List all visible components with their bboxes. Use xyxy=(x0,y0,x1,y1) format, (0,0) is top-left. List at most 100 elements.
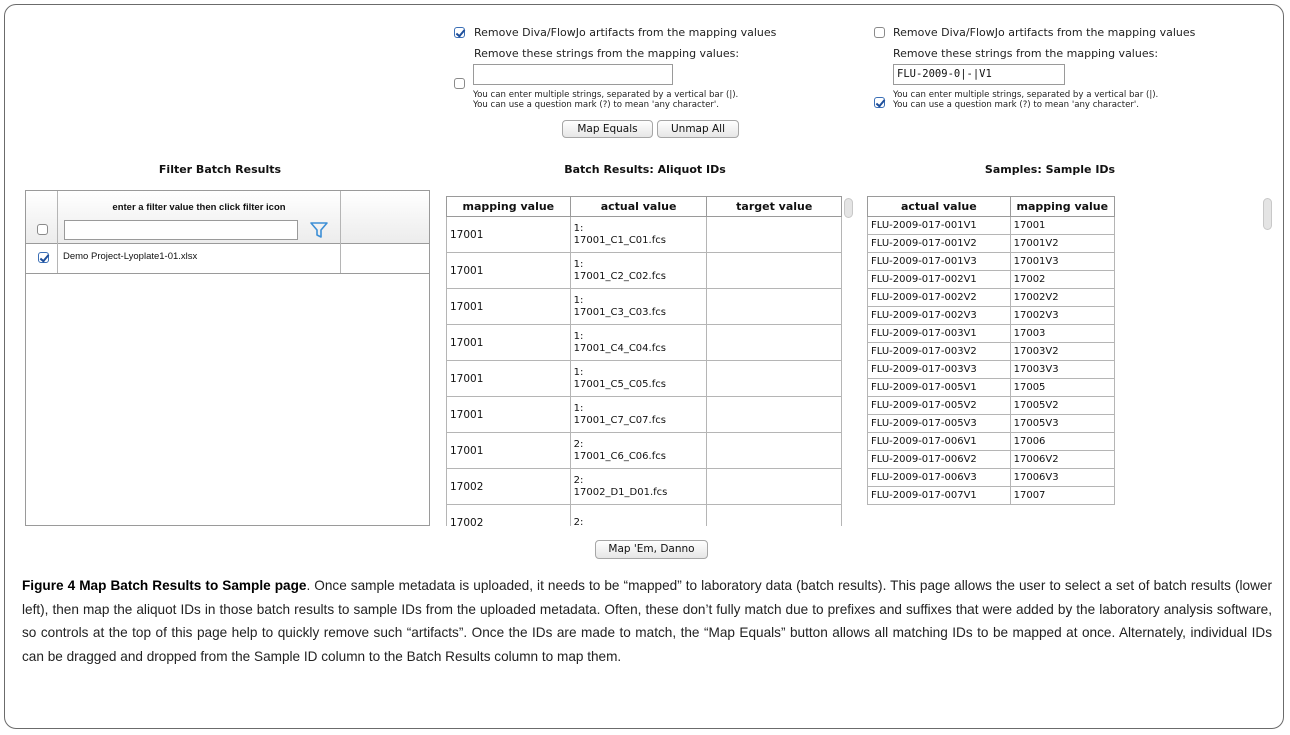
table-row[interactable]: FLU-2009-017-006V2 17006V2 xyxy=(867,450,1116,469)
sample-actual-cell[interactable]: FLU-2009-017-003V2 xyxy=(867,342,1011,361)
sample-actual-cell[interactable]: FLU-2009-017-001V1 xyxy=(867,216,1011,235)
table-row[interactable]: FLU-2009-017-001V1 17001 xyxy=(867,216,1116,235)
table-row[interactable]: FLU-2009-017-002V3 17002V3 xyxy=(867,306,1116,325)
sample-actual-cell[interactable]: FLU-2009-017-002V2 xyxy=(867,288,1011,307)
sample-mapping-cell[interactable]: 17003V3 xyxy=(1009,360,1116,379)
table-row[interactable]: FLU-2009-017-002V1 17002 xyxy=(867,270,1116,289)
sample-actual-cell[interactable]: FLU-2009-017-001V3 xyxy=(867,252,1011,271)
sample-actual-cell[interactable]: FLU-2009-017-003V3 xyxy=(867,360,1011,379)
sample-mapping-cell[interactable]: 17007 xyxy=(1009,486,1116,505)
sample-mapping-cell[interactable]: 17002V2 xyxy=(1009,288,1116,307)
sample-mapping-cell[interactable]: 17005V3 xyxy=(1009,414,1116,433)
target-value-cell[interactable] xyxy=(706,396,842,433)
sample-actual-cell[interactable]: FLU-2009-017-005V2 xyxy=(867,396,1011,415)
actual-value-cell[interactable]: 1: 17001_C3_C03.fcs xyxy=(569,288,708,325)
table-row[interactable]: 17002 2: 17002_D1_D01.fcs xyxy=(446,468,842,505)
actual-value-cell[interactable]: 1: 17001_C1_C01.fcs xyxy=(569,216,708,253)
filter-input[interactable] xyxy=(64,220,298,240)
actual-value-cell[interactable]: 1: 17001_C2_C02.fcs xyxy=(569,252,708,289)
sample-actual-cell[interactable]: FLU-2009-017-002V3 xyxy=(867,306,1011,325)
sample-actual-cell[interactable]: FLU-2009-017-003V1 xyxy=(867,324,1011,343)
sample-actual-cell[interactable]: FLU-2009-017-001V2 xyxy=(867,234,1011,253)
target-value-cell[interactable] xyxy=(706,288,842,325)
unmap-all-button[interactable]: Unmap All xyxy=(657,120,739,138)
sample-mapping-cell[interactable]: 17006 xyxy=(1009,432,1116,451)
target-value-cell[interactable] xyxy=(706,504,842,526)
sample-mapping-cell[interactable]: 17006V2 xyxy=(1009,450,1116,469)
table-row[interactable]: FLU-2009-017-003V3 17003V3 xyxy=(867,360,1116,379)
funnel-icon[interactable] xyxy=(308,220,330,240)
target-value-cell[interactable] xyxy=(706,468,842,505)
table-row[interactable]: FLU-2009-017-006V1 17006 xyxy=(867,432,1116,451)
table-row[interactable]: 17001 1: 17001_C4_C04.fcs xyxy=(446,324,842,361)
actual-value-prefix: 1: xyxy=(573,259,584,270)
sample-mapping-cell[interactable]: 17002 xyxy=(1009,270,1116,289)
table-row[interactable]: 17001 2: 17001_C6_C06.fcs xyxy=(446,432,842,469)
actual-value-cell[interactable]: 2: 17001_C6_C06.fcs xyxy=(569,432,708,469)
remove-strings-input[interactable] xyxy=(473,64,673,85)
table-row[interactable]: Demo Project-Lyoplate1-01.xlsx xyxy=(26,243,429,274)
target-value-cell[interactable] xyxy=(706,360,842,397)
table-row[interactable]: 17002 2: xyxy=(446,504,842,526)
sample-mapping-cell[interactable]: 17006V3 xyxy=(1009,468,1116,487)
table-row[interactable]: 17001 1: 17001_C7_C07.fcs xyxy=(446,396,842,433)
target-value-cell[interactable] xyxy=(706,216,842,253)
help-text-separator-samples: You can enter multiple strings, separate… xyxy=(893,90,1159,100)
select-all-checkbox[interactable] xyxy=(37,224,48,235)
sample-mapping-cell[interactable]: 17001 xyxy=(1009,216,1116,235)
table-row[interactable]: FLU-2009-017-005V3 17005V3 xyxy=(867,414,1116,433)
table-row[interactable]: FLU-2009-017-003V2 17003V2 xyxy=(867,342,1116,361)
remove-strings-checkbox[interactable] xyxy=(454,78,465,89)
sample-actual-cell[interactable]: FLU-2009-017-005V1 xyxy=(867,378,1011,397)
table-row[interactable]: FLU-2009-017-007V1 17007 xyxy=(867,486,1116,505)
actual-value-cell[interactable]: 1: 17001_C5_C05.fcs xyxy=(569,360,708,397)
samples-scrollbar[interactable] xyxy=(1263,198,1272,230)
table-row[interactable]: 17001 1: 17001_C5_C05.fcs xyxy=(446,360,842,397)
map-em-danno-button[interactable]: Map 'Em, Danno xyxy=(595,540,708,559)
table-row[interactable]: FLU-2009-017-003V1 17003 xyxy=(867,324,1116,343)
sample-actual-cell[interactable]: FLU-2009-017-006V1 xyxy=(867,432,1011,451)
sample-mapping-cell[interactable]: 17001V3 xyxy=(1009,252,1116,271)
sample-mapping-cell[interactable]: 17003 xyxy=(1009,324,1116,343)
actual-value-cell[interactable]: 2: xyxy=(569,504,708,526)
table-row[interactable]: FLU-2009-017-001V2 17001V2 xyxy=(867,234,1116,253)
target-value-cell[interactable] xyxy=(706,324,842,361)
actual-value-prefix: 1: xyxy=(573,367,584,378)
table-row[interactable]: 17001 1: 17001_C1_C01.fcs xyxy=(446,216,842,253)
figure-caption: Figure 4 Map Batch Results to Sample pag… xyxy=(22,574,1272,668)
sample-actual-cell[interactable]: FLU-2009-017-006V2 xyxy=(867,450,1011,469)
column-header-mapping-value[interactable]: mapping value xyxy=(446,196,571,217)
batch-scrollbar[interactable] xyxy=(844,198,853,218)
table-row[interactable]: FLU-2009-017-005V1 17005 xyxy=(867,378,1116,397)
column-header-sample-mapping[interactable]: mapping value xyxy=(1009,196,1116,217)
column-header-sample-actual[interactable]: actual value xyxy=(867,196,1011,217)
remove-strings-input-samples[interactable]: FLU-2009-0|-|V1 xyxy=(893,64,1065,85)
sample-actual-cell[interactable]: FLU-2009-017-005V3 xyxy=(867,414,1011,433)
remove-artifacts-checkbox[interactable] xyxy=(454,27,465,38)
table-row[interactable]: 17001 1: 17001_C2_C02.fcs xyxy=(446,252,842,289)
sample-actual-cell[interactable]: FLU-2009-017-006V3 xyxy=(867,468,1011,487)
table-row[interactable]: 17001 1: 17001_C3_C03.fcs xyxy=(446,288,842,325)
sample-actual-cell[interactable]: FLU-2009-017-007V1 xyxy=(867,486,1011,505)
map-equals-button[interactable]: Map Equals xyxy=(562,120,653,138)
sample-mapping-cell[interactable]: 17001V2 xyxy=(1009,234,1116,253)
row-checkbox[interactable] xyxy=(38,252,49,263)
remove-strings-checkbox-samples[interactable] xyxy=(874,97,885,108)
remove-artifacts-checkbox-samples[interactable] xyxy=(874,27,885,38)
target-value-cell[interactable] xyxy=(706,252,842,289)
target-value-cell[interactable] xyxy=(706,432,842,469)
actual-value-cell[interactable]: 2: 17002_D1_D01.fcs xyxy=(569,468,708,505)
column-header-actual-value[interactable]: actual value xyxy=(569,196,708,217)
actual-value-cell[interactable]: 1: 17001_C7_C07.fcs xyxy=(569,396,708,433)
table-row[interactable]: FLU-2009-017-005V2 17005V2 xyxy=(867,396,1116,415)
table-row[interactable]: FLU-2009-017-006V3 17006V3 xyxy=(867,468,1116,487)
table-row[interactable]: FLU-2009-017-001V3 17001V3 xyxy=(867,252,1116,271)
table-row[interactable]: FLU-2009-017-002V2 17002V2 xyxy=(867,288,1116,307)
sample-mapping-cell[interactable]: 17003V2 xyxy=(1009,342,1116,361)
actual-value-cell[interactable]: 1: 17001_C4_C04.fcs xyxy=(569,324,708,361)
sample-mapping-cell[interactable]: 17005V2 xyxy=(1009,396,1116,415)
sample-mapping-cell[interactable]: 17002V3 xyxy=(1009,306,1116,325)
sample-actual-cell[interactable]: FLU-2009-017-002V1 xyxy=(867,270,1011,289)
sample-mapping-cell[interactable]: 17005 xyxy=(1009,378,1116,397)
column-header-target-value[interactable]: target value xyxy=(706,196,842,217)
